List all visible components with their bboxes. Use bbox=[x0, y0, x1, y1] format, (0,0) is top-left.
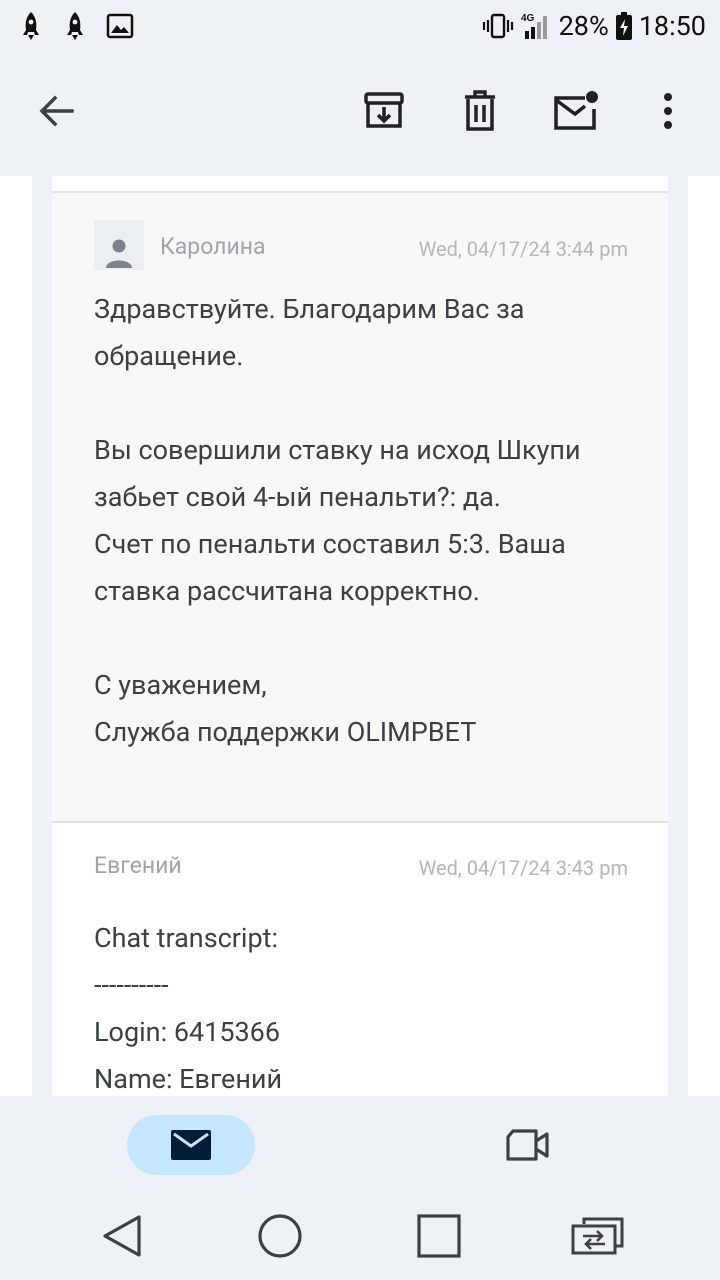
back-button[interactable] bbox=[24, 52, 88, 170]
person-icon bbox=[106, 239, 132, 268]
bottom-navigation bbox=[0, 1096, 720, 1188]
rocket-icon bbox=[62, 11, 88, 41]
signal-icon: 4G bbox=[521, 11, 553, 41]
thread: Каролина Wed, 04/17/24 3:44 pm Здравству… bbox=[52, 176, 668, 1096]
more-vert-icon bbox=[664, 93, 672, 129]
thread-rail-left bbox=[32, 176, 52, 1096]
battery-charging-icon bbox=[615, 11, 633, 41]
message-date: Wed, 04/17/24 3:43 pm bbox=[418, 856, 628, 880]
mail-icon bbox=[171, 1130, 211, 1160]
mark-unread-button[interactable] bbox=[544, 52, 608, 170]
archive-button[interactable] bbox=[352, 52, 416, 170]
message-thread-view[interactable]: Каролина Wed, 04/17/24 3:44 pm Здравству… bbox=[0, 176, 720, 1096]
switch-apps-icon bbox=[571, 1217, 624, 1255]
clock: 18:50 bbox=[638, 10, 706, 42]
delete-button[interactable] bbox=[448, 52, 512, 170]
message-card[interactable]: Евгений Wed, 04/17/24 3:43 pm Chat trans… bbox=[52, 824, 668, 1096]
image-icon bbox=[106, 13, 134, 39]
message-card[interactable]: Каролина Wed, 04/17/24 3:44 pm Здравству… bbox=[52, 191, 668, 823]
thread-rail-right bbox=[668, 176, 688, 1096]
video-icon bbox=[506, 1129, 549, 1161]
system-status: 4G 28% 18:50 bbox=[481, 10, 706, 42]
vibrate-icon bbox=[481, 12, 515, 40]
status-bar: 4G 28% 18:50 bbox=[0, 0, 720, 52]
square-recents-icon bbox=[417, 1214, 461, 1258]
triangle-back-icon bbox=[103, 1215, 141, 1257]
system-home-button[interactable] bbox=[240, 1204, 320, 1268]
sender-name: Каролина bbox=[160, 233, 266, 260]
message-date: Wed, 04/17/24 3:44 pm bbox=[418, 237, 628, 261]
more-options-button[interactable] bbox=[638, 52, 698, 170]
network-type: 4G bbox=[521, 13, 535, 24]
notification-icons bbox=[18, 11, 134, 41]
rocket-icon bbox=[18, 11, 44, 41]
avatar bbox=[94, 220, 144, 270]
message-body: Здравствуйте. Благодарим Вас за обращени… bbox=[94, 293, 581, 748]
tab-mail[interactable] bbox=[127, 1115, 255, 1175]
archive-icon bbox=[364, 92, 404, 128]
message-body: Chat transcript: ---------- Login: 64153… bbox=[94, 922, 283, 1095]
trash-icon bbox=[465, 90, 495, 131]
system-recents-button[interactable] bbox=[399, 1204, 479, 1268]
sender-name: Евгений bbox=[94, 852, 182, 879]
switch-apps-button[interactable] bbox=[558, 1204, 638, 1268]
system-navigation-bar bbox=[0, 1188, 720, 1280]
circle-home-icon bbox=[258, 1214, 302, 1258]
system-back-button[interactable] bbox=[82, 1204, 162, 1268]
back-arrow-icon bbox=[39, 95, 74, 127]
mark-unread-icon bbox=[554, 91, 598, 130]
message-toolbar bbox=[0, 52, 720, 176]
battery-percent: 28% bbox=[558, 10, 609, 42]
tab-meet[interactable] bbox=[494, 1115, 562, 1175]
